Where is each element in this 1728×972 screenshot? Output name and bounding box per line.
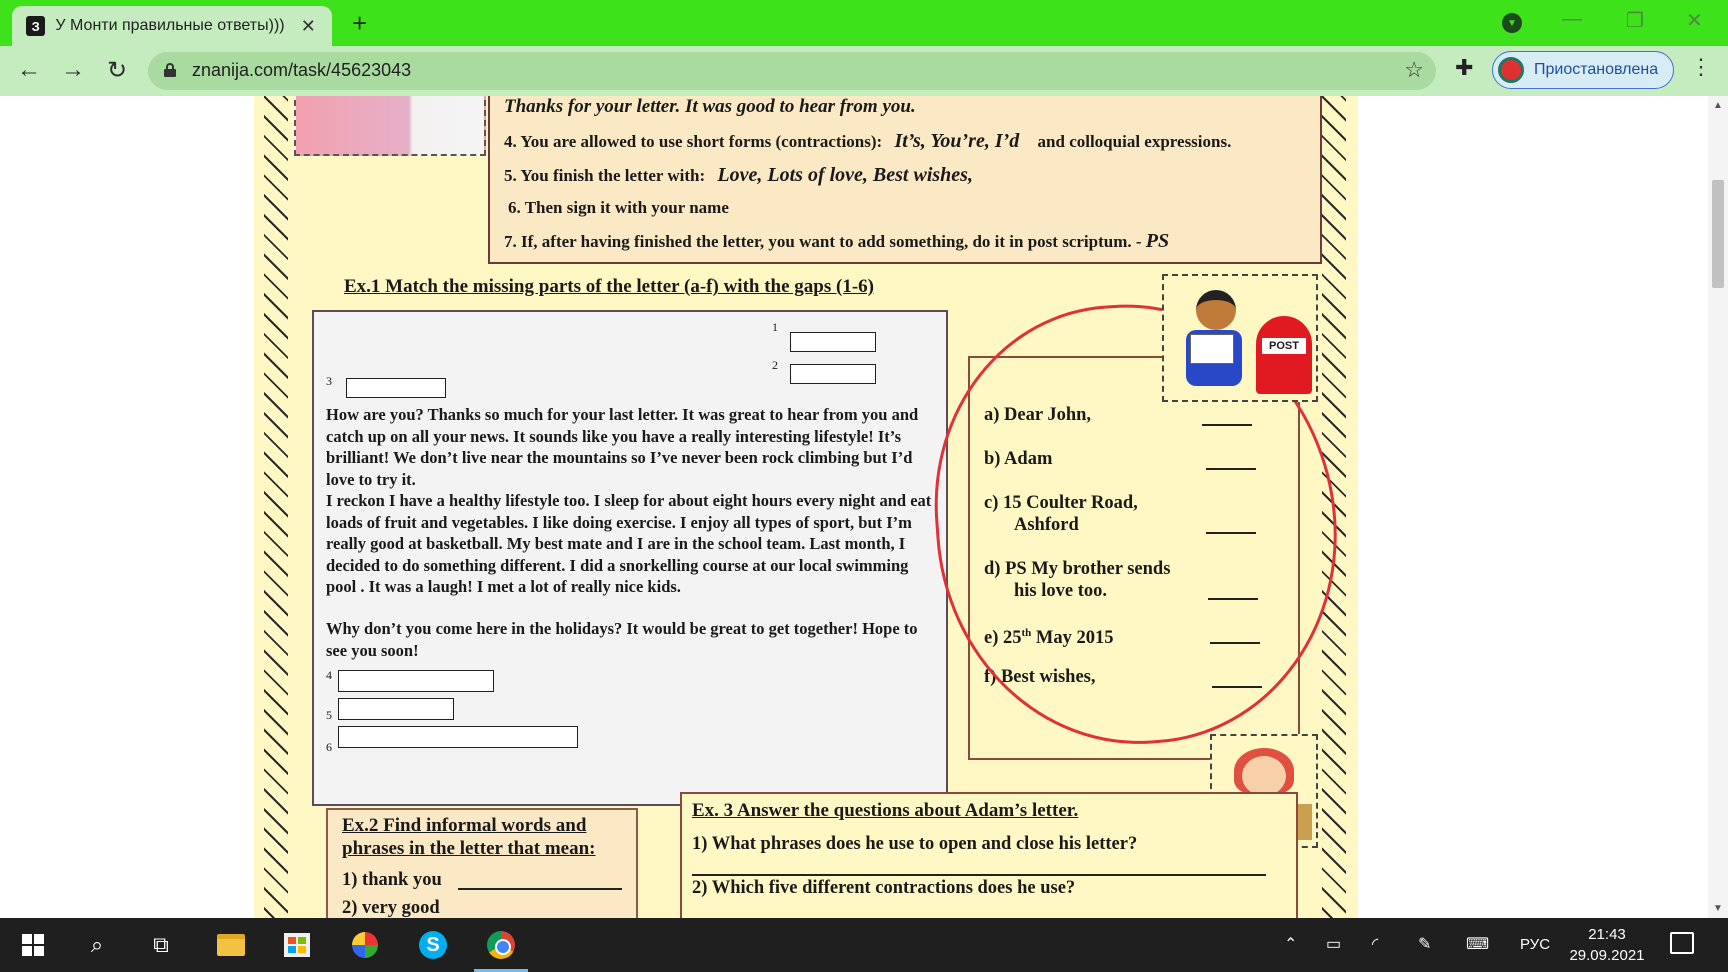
menu-dots-icon[interactable]: ⋮ [1690, 54, 1712, 80]
new-tab-button[interactable]: + [352, 8, 367, 39]
tab-title: У Монти правильные ответы))) [55, 17, 285, 34]
microsoft-store-icon[interactable] [282, 930, 312, 960]
envelope-picture [294, 96, 486, 156]
ex2-box: Ex.2 Find informal words and phrases in … [326, 808, 638, 918]
rule-5-example: Love, Lots of love, Best wishes, [717, 164, 973, 186]
scroll-up-icon[interactable]: ▲ [1713, 100, 1723, 111]
skype-icon[interactable]: S [418, 930, 448, 960]
profile-button[interactable]: Приостановлена [1492, 51, 1674, 89]
gap-box-4 [338, 670, 494, 692]
browser-toolbar: ← → ↻ znanija.com/task/45623043 ☆ ✚ Прио… [0, 46, 1728, 96]
scroll-down-icon[interactable]: ▼ [1713, 903, 1723, 914]
answer-line [692, 874, 1266, 876]
letter-rules-box: Thanks for your letter. It was good to h… [488, 96, 1322, 264]
gap-box-1 [790, 332, 876, 352]
gap-box-5 [338, 698, 454, 720]
wifi-icon[interactable]: ◜ [1372, 934, 1378, 954]
gap-number: 3 [326, 374, 332, 388]
answer-line [458, 888, 622, 890]
rule-7-text: 7. If, after having finished the letter,… [504, 232, 1142, 251]
active-tab[interactable]: З У Монти правильные ответы))) ✕ [12, 6, 332, 46]
letter-paragraph: Why don’t you come here in the holidays?… [326, 619, 918, 660]
file-explorer-icon[interactable] [216, 930, 246, 960]
search-icon[interactable]: ⌕ [82, 930, 112, 960]
lock-icon[interactable] [164, 63, 176, 77]
boy-head [1196, 290, 1236, 330]
page-content: Thanks for your letter. It was good to h… [0, 96, 1708, 918]
gap-box-2 [790, 364, 876, 384]
bookmark-star-icon[interactable]: ☆ [1404, 57, 1424, 83]
address-bar[interactable]: znanija.com/task/45623043 ☆ [148, 52, 1436, 90]
minimize-icon[interactable]: — [1562, 8, 1582, 31]
letter-in-hand [1190, 334, 1234, 364]
rule-4: 4. You are allowed to use short forms (c… [504, 130, 1231, 153]
forward-arrow-icon[interactable]: → [58, 56, 88, 84]
rule-7-ps: PS [1145, 230, 1170, 252]
task-view-icon[interactable]: ⧉ [146, 930, 176, 960]
tray-chevron-up-icon[interactable]: ⌃ [1284, 934, 1297, 954]
close-tab-icon[interactable]: ✕ [299, 16, 318, 37]
worksheet-image: Thanks for your letter. It was good to h… [254, 96, 1358, 918]
restore-icon[interactable]: ❐ [1626, 8, 1644, 33]
ex2-title: Ex.2 Find informal words and phrases in … [342, 815, 596, 859]
postbox: POST [1256, 316, 1312, 394]
boy-postbox-picture: POST [1162, 274, 1318, 402]
gap-number: 1 [772, 320, 778, 334]
clock-time: 21:43 [1588, 926, 1626, 943]
gap-number: 6 [326, 740, 332, 754]
reload-icon[interactable]: ↻ [102, 56, 132, 85]
rule-6: 6. Then sign it with your name [508, 198, 729, 217]
ex1-title: Ex.1 Match the missing parts of the lett… [344, 276, 874, 297]
rule-4-example: It’s, You’re, I’d [894, 130, 1020, 152]
system-clock[interactable]: 21:43 29.09.2021 [1562, 924, 1652, 966]
chrome-icon[interactable] [486, 930, 516, 960]
ex3-box: Ex. 3 Answer the questions about Adam’s … [680, 792, 1298, 918]
browser-tab-bar: З У Монти правильные ответы))) ✕ + ▼ — ❐… [0, 0, 1728, 46]
keyboard-icon[interactable]: ⌨ [1466, 934, 1489, 954]
rule-4-text: 4. You are allowed to use short forms (c… [504, 132, 883, 151]
windows-start-icon[interactable] [18, 930, 48, 960]
rule-5: 5. You finish the letter with: Love, Lot… [504, 164, 973, 187]
rule-4-tail: and colloquial expressions. [1037, 132, 1232, 151]
ex3-question-2: 2) Which five different contractions doe… [692, 878, 1076, 898]
url-text[interactable]: znanija.com/task/45623043 [192, 60, 411, 81]
language-indicator[interactable]: РУС [1520, 936, 1550, 953]
scroll-thumb[interactable] [1712, 180, 1724, 288]
gap-number: 2 [772, 358, 778, 372]
extensions-puzzle-icon[interactable]: ✚ [1455, 55, 1473, 81]
girl-face [1242, 756, 1286, 796]
battery-icon[interactable]: ▭ [1326, 934, 1341, 954]
notifications-icon[interactable] [1670, 932, 1694, 954]
avatar [1498, 57, 1524, 83]
vertical-scrollbar[interactable]: ▲ ▼ [1708, 96, 1728, 918]
gap-box-3 [346, 378, 446, 398]
ex3-question-1: 1) What phrases does he use to open and … [692, 834, 1138, 854]
ex2-item-1: 1) thank you [342, 870, 442, 890]
close-window-icon[interactable]: ✕ [1686, 8, 1703, 33]
rule-7: 7. If, after having finished the letter,… [504, 230, 1169, 253]
gap-box-6 [338, 726, 578, 748]
rule-3-phrase: Thanks for your letter. It was good to h… [504, 96, 916, 117]
letter-box: 1 2 3 How are you? Thanks so much for yo… [312, 310, 948, 806]
back-arrow-icon[interactable]: ← [14, 56, 44, 84]
post-label: POST [1262, 338, 1306, 354]
ex3-title: Ex. 3 Answer the questions about Adam’s … [692, 800, 1079, 821]
rule-5-text: 5. You finish the letter with: [504, 166, 706, 185]
tab-search-icon[interactable]: ▼ [1502, 13, 1522, 33]
gap-number: 4 [326, 668, 332, 682]
paint-icon[interactable] [350, 930, 380, 960]
letter-paragraph: I reckon I have a healthy lifestyle too.… [326, 491, 932, 596]
clock-date: 29.09.2021 [1569, 947, 1645, 964]
ex2-item-2: 2) very good [342, 898, 440, 918]
site-favicon-icon: З [26, 16, 46, 36]
gap-number: 5 [326, 708, 332, 722]
letter-paragraph: How are you? Thanks so much for your las… [326, 405, 919, 489]
left-border-decoration [264, 96, 288, 918]
profile-status-label: Приостановлена [1534, 61, 1659, 78]
windows-taskbar: ⌕ ⧉ S ⌃ ▭ ◜ ✎ ⌨ РУС 21:43 29.09.2021 [0, 918, 1728, 972]
pen-icon[interactable]: ✎ [1418, 934, 1431, 954]
